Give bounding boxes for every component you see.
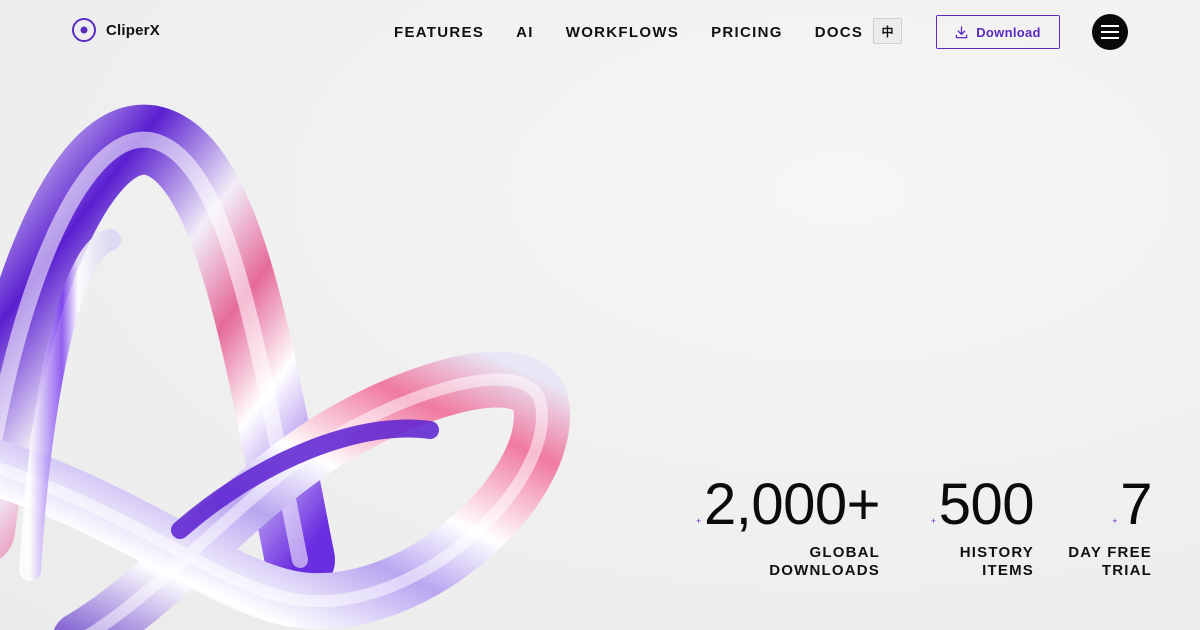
hamburger-menu-icon (1101, 25, 1119, 39)
hero-ribbon-art (0, 104, 570, 630)
stat-plus-marker: + (695, 516, 702, 526)
stat-label-line: ITEMS (982, 562, 1034, 579)
stat-label-line: GLOBAL (809, 544, 880, 561)
language-toggle-button[interactable]: 中 (873, 18, 902, 44)
stat-value: 500 (938, 472, 1035, 537)
site-header: CliperX FEATURES AI WORKFLOWS PRICING DO… (0, 0, 1200, 64)
stat-label-line: DOWNLOADS (769, 562, 880, 579)
nav-item-features[interactable]: FEATURES (394, 24, 484, 41)
stat-history-items: + 500 HISTORY ITEMS (931, 476, 1035, 580)
stat-free-trial: + 7 DAY FREE TRIAL (1068, 476, 1152, 580)
stat-label-line: HISTORY (959, 544, 1034, 561)
nav-item-docs[interactable]: DOCS (815, 24, 864, 41)
nav-item-ai[interactable]: AI (516, 24, 534, 41)
stat-plus-marker: + (1112, 516, 1118, 526)
stat-value: 2,000+ (703, 472, 881, 537)
stat-label-line: TRIAL (1101, 562, 1152, 579)
brand-name: CliperX (106, 21, 160, 39)
stat-label: GLOBAL DOWNLOADS (704, 544, 880, 580)
stat-label: HISTORY ITEMS (939, 544, 1034, 580)
main-nav: FEATURES AI WORKFLOWS PRICING DOCS (394, 24, 895, 41)
nav-item-pricing[interactable]: PRICING (711, 24, 783, 41)
stat-value: 7 (1120, 472, 1152, 537)
menu-button[interactable] (1092, 14, 1128, 50)
logo-ring-icon (72, 18, 96, 42)
brand-logo[interactable]: CliperX (72, 18, 160, 42)
download-button-label: Download (976, 24, 1041, 40)
stat-label: DAY FREE TRIAL (1068, 544, 1152, 580)
download-button[interactable]: Download (936, 15, 1060, 49)
stat-label-line: DAY FREE (1068, 544, 1152, 561)
stat-global-downloads: + 2,000+ GLOBAL DOWNLOADS (696, 476, 881, 580)
stat-plus-marker: + (930, 516, 936, 526)
nav-item-workflows[interactable]: WORKFLOWS (566, 24, 679, 41)
download-icon (955, 25, 968, 38)
